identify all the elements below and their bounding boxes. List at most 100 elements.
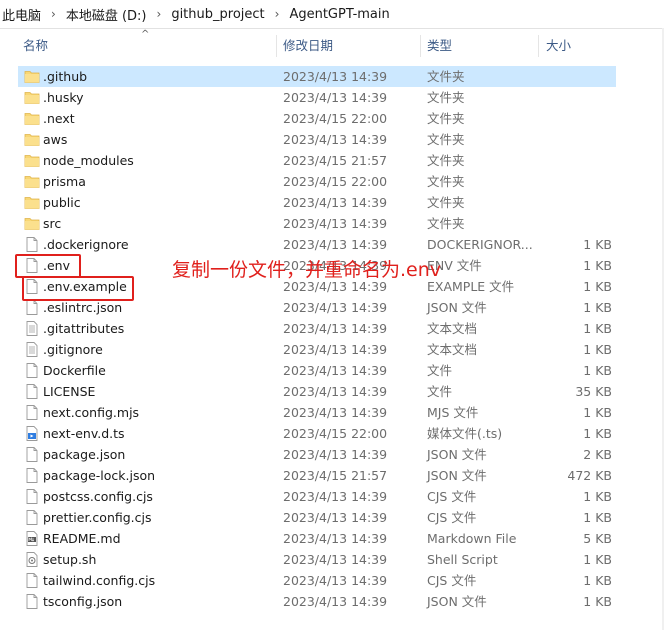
- file-date: 2023/4/13 14:39: [283, 405, 388, 420]
- file-row[interactable]: tsconfig.json 2023/4/13 14:39 JSON 文件 1 KB: [18, 591, 616, 612]
- folder-row[interactable]: aws 2023/4/13 14:39 文件夹: [18, 129, 616, 150]
- column-divider[interactable]: [420, 35, 421, 57]
- column-header: ^ 名称 修改日期 类型 大小: [0, 29, 664, 59]
- column-name-header[interactable]: 名称: [23, 33, 48, 59]
- folder-row[interactable]: public 2023/4/13 14:39 文件夹: [18, 192, 616, 213]
- folder-row[interactable]: .github 2023/4/13 14:39 文件夹: [18, 66, 616, 87]
- file-row[interactable]: postcss.config.cjs 2023/4/13 14:39 CJS 文件 1…: [18, 486, 616, 507]
- file-row[interactable]: Dockerfile 2023/4/13 14:39 文件 1 KB: [18, 360, 616, 381]
- file-size: 35 KB: [575, 384, 612, 399]
- chevron-right-icon[interactable]: ›: [43, 7, 64, 21]
- file-name: src: [43, 216, 62, 231]
- file-size: 1 KB: [583, 258, 612, 273]
- file-date: 2023/4/13 14:39: [283, 132, 388, 147]
- address-bar[interactable]: 此电脑 › 本地磁盘 (D:) › github_project › Agent…: [0, 0, 664, 29]
- file-size: 5 KB: [583, 531, 612, 546]
- file-row[interactable]: next-env.d.ts 2023/4/15 22:00 媒体文件(.ts) 1 K…: [18, 423, 616, 444]
- file-type: CJS 文件: [427, 510, 477, 525]
- file-row[interactable]: README.md 2023/4/13 14:39 Markdown File 5 K…: [18, 528, 616, 549]
- file-date: 2023/4/13 14:39: [283, 573, 388, 588]
- chevron-right-icon[interactable]: ›: [267, 7, 288, 21]
- file-date: 2023/4/13 14:39: [283, 69, 388, 84]
- file-date: 2023/4/13 14:39: [283, 237, 388, 252]
- file-name: LICENSE: [43, 384, 96, 399]
- file-type: 文件夹: [427, 111, 465, 126]
- column-size-header[interactable]: 大小: [546, 33, 571, 59]
- file-icon: [24, 300, 40, 315]
- file-row[interactable]: .gitignore 2023/4/13 14:39 文本文档 1 KB: [18, 339, 616, 360]
- file-row[interactable]: .dockerignore 2023/4/13 14:39 DOCKERIGNOR.…: [18, 234, 616, 255]
- file-type: 文件夹: [427, 174, 465, 189]
- file-name: postcss.config.cjs: [43, 489, 153, 504]
- file-row[interactable]: tailwind.config.cjs 2023/4/13 14:39 CJS 文件…: [18, 570, 616, 591]
- folder-icon: [24, 69, 40, 84]
- breadcrumb-github-project[interactable]: github_project: [169, 7, 266, 22]
- file-size: 1 KB: [583, 342, 612, 357]
- sort-ascending-icon: ^: [141, 29, 150, 40]
- annotation-text: 复制一份文件，并重命名为.env: [172, 259, 442, 281]
- folder-icon: [24, 111, 40, 126]
- breadcrumb-this-pc[interactable]: 此电脑: [0, 5, 43, 24]
- file-type: DOCKERIGNOR...: [427, 237, 533, 252]
- file-name: node_modules: [43, 153, 134, 168]
- file-type: Shell Script: [427, 552, 498, 567]
- column-divider[interactable]: [538, 35, 539, 57]
- file-row[interactable]: .gitattributes 2023/4/13 14:39 文本文档 1 KB: [18, 318, 616, 339]
- file-date: 2023/4/15 22:00: [283, 174, 388, 189]
- file-icon: [24, 468, 40, 483]
- file-row[interactable]: prettier.config.cjs 2023/4/13 14:39 CJS 文件…: [18, 507, 616, 528]
- file-name: setup.sh: [43, 552, 97, 567]
- file-name: next.config.mjs: [43, 405, 140, 420]
- file-row[interactable]: package.json 2023/4/13 14:39 JSON 文件 2 KB: [18, 444, 616, 465]
- file-name: aws: [43, 132, 68, 147]
- file-size: 1 KB: [583, 237, 612, 252]
- file-date: 2023/4/13 14:39: [283, 300, 388, 315]
- file-name: next-env.d.ts: [43, 426, 125, 441]
- file-date: 2023/4/13 14:39: [283, 195, 388, 210]
- column-divider[interactable]: [276, 35, 277, 57]
- file-icon: [24, 489, 40, 504]
- column-date-header[interactable]: 修改日期: [283, 33, 333, 59]
- file-size: 1 KB: [583, 510, 612, 525]
- file-type: JSON 文件: [427, 447, 487, 462]
- markdown-file-icon: [24, 531, 40, 546]
- file-icon: [24, 510, 40, 525]
- text-file-icon: [24, 321, 40, 336]
- folder-row[interactable]: src 2023/4/13 14:39 文件夹: [18, 213, 616, 234]
- file-date: 2023/4/15 22:00: [283, 426, 388, 441]
- file-size: 1 KB: [583, 405, 612, 420]
- file-name: prisma: [43, 174, 86, 189]
- file-icon: [24, 447, 40, 462]
- file-name: .husky: [43, 90, 84, 105]
- file-row[interactable]: next.config.mjs 2023/4/13 14:39 MJS 文件 1 KB: [18, 402, 616, 423]
- file-name: prettier.config.cjs: [43, 510, 152, 525]
- column-type-header[interactable]: 类型: [427, 33, 452, 59]
- text-file-icon: [24, 342, 40, 357]
- folder-row[interactable]: .next 2023/4/15 22:00 文件夹: [18, 108, 616, 129]
- file-date: 2023/4/13 14:39: [283, 216, 388, 231]
- annotation-highlight-env: [15, 254, 81, 278]
- file-size: 1 KB: [583, 552, 612, 567]
- chevron-right-icon[interactable]: ›: [149, 7, 170, 21]
- file-type: 文件: [427, 384, 453, 399]
- file-size: 472 KB: [567, 468, 612, 483]
- file-date: 2023/4/13 14:39: [283, 384, 388, 399]
- file-date: 2023/4/13 14:39: [283, 510, 388, 525]
- file-size: 1 KB: [583, 300, 612, 315]
- file-row[interactable]: package-lock.json 2023/4/15 21:57 JSON 文件 4…: [18, 465, 616, 486]
- annotation-highlight-env-example: [22, 276, 134, 301]
- file-row[interactable]: LICENSE 2023/4/13 14:39 文件 35 KB: [18, 381, 616, 402]
- file-type: 文件夹: [427, 216, 465, 231]
- folder-row[interactable]: .husky 2023/4/13 14:39 文件夹: [18, 87, 616, 108]
- file-row[interactable]: setup.sh 2023/4/13 14:39 Shell Script 1 KB: [18, 549, 616, 570]
- folder-row[interactable]: prisma 2023/4/15 22:00 文件夹: [18, 171, 616, 192]
- breadcrumb-agentgpt-main[interactable]: AgentGPT-main: [287, 7, 391, 22]
- breadcrumb-drive-d[interactable]: 本地磁盘 (D:): [64, 5, 149, 24]
- file-type: 文件夹: [427, 132, 465, 147]
- file-name: tailwind.config.cjs: [43, 573, 156, 588]
- file-icon: [24, 405, 40, 420]
- folder-row[interactable]: node_modules 2023/4/15 21:57 文件夹: [18, 150, 616, 171]
- file-date: 2023/4/13 14:39: [283, 342, 388, 357]
- folder-icon: [24, 90, 40, 105]
- file-type: CJS 文件: [427, 489, 477, 504]
